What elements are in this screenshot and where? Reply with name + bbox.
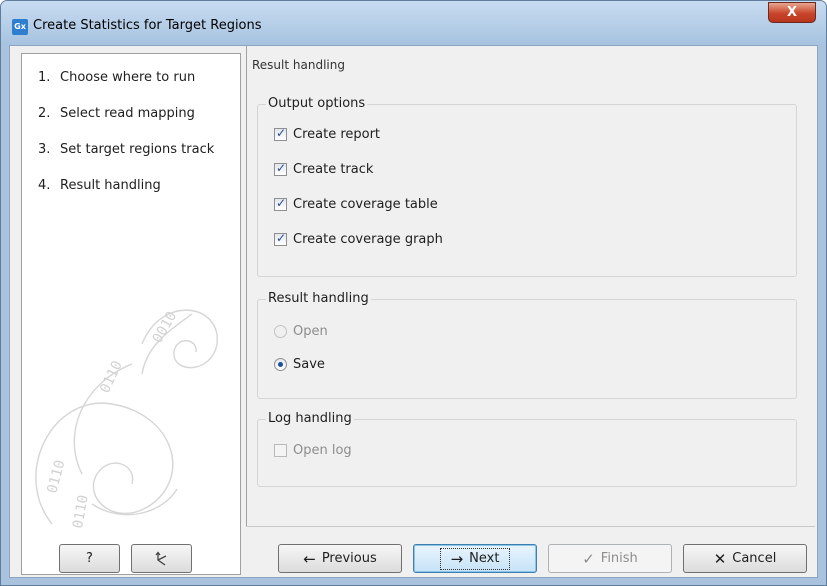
next-label: Next	[469, 551, 500, 566]
svg-text:0110: 0110	[70, 494, 92, 530]
title-bar[interactable]: Gx Create Statistics for Target Regions …	[1, 1, 826, 45]
cancel-label: Cancel	[732, 551, 777, 566]
open-log-label: Open log	[293, 442, 352, 458]
output-options-group: Output options Create report Create trac…	[257, 96, 797, 277]
dialog-body: 1. Choose where to run 2. Select read mapp…	[9, 45, 818, 578]
reset-button[interactable]	[131, 544, 192, 573]
save-option[interactable]: Save	[274, 355, 325, 373]
step-label: Result handling	[60, 178, 161, 193]
result-handling-group: Result handling Open Save	[257, 291, 797, 399]
close-button[interactable]: X	[768, 2, 816, 23]
step-number: 1.	[38, 70, 51, 85]
spiral-watermark-icon: 0010 0110 0110 0110	[35, 309, 218, 530]
arrow-right-icon: →	[450, 549, 464, 568]
content-divider	[246, 46, 247, 527]
undo-arrow-icon	[154, 550, 166, 566]
step-item-choose-where-to-run: 1. Choose where to run	[38, 70, 195, 85]
create-coverage-graph-label: Create coverage graph	[293, 231, 443, 247]
step-number: 3.	[38, 142, 51, 157]
create-track-label: Create track	[293, 161, 374, 177]
step-label: Select read mapping	[60, 106, 195, 121]
open-radio	[274, 324, 287, 338]
create-coverage-graph-option[interactable]: Create coverage graph	[274, 230, 443, 248]
app-icon: Gx	[12, 19, 28, 35]
open-label: Open	[293, 323, 328, 339]
checkmark-icon: ✓	[582, 549, 595, 568]
previous-button[interactable]: ← Previous	[278, 544, 402, 573]
step-label: Choose where to run	[60, 70, 196, 85]
create-coverage-table-option[interactable]: Create coverage table	[274, 195, 438, 213]
step-label: Set target regions track	[60, 142, 215, 157]
x-icon: ✕	[713, 549, 727, 568]
step-item-select-read-mapping: 2. Select read mapping	[38, 106, 195, 121]
create-report-option[interactable]: Create report	[274, 125, 380, 143]
log-handling-group: Log handling Open log	[257, 411, 797, 487]
open-log-checkbox	[274, 443, 287, 457]
group-title: Output options	[266, 96, 368, 111]
close-icon: X	[786, 5, 798, 20]
create-track-option[interactable]: Create track	[274, 160, 373, 178]
cancel-button[interactable]: ✕ Cancel	[683, 544, 807, 573]
page-title: Result handling	[252, 58, 345, 72]
group-title: Result handling	[266, 291, 371, 306]
group-title: Log handling	[266, 411, 354, 426]
create-coverage-table-checkbox[interactable]	[274, 196, 287, 211]
step-item-result-handling: 4. Result handling	[38, 178, 161, 193]
button-bar-divider	[246, 526, 815, 527]
help-icon: ?	[86, 551, 93, 566]
next-button[interactable]: → Next	[413, 544, 537, 573]
open-log-option: Open log	[274, 441, 352, 459]
dialog-window: Gx Create Statistics for Target Regions …	[0, 0, 827, 586]
help-button[interactable]: ?	[59, 544, 120, 573]
create-coverage-table-label: Create coverage table	[293, 196, 438, 212]
create-report-label: Create report	[293, 126, 381, 142]
save-radio[interactable]	[274, 357, 287, 371]
svg-text:0110: 0110	[44, 458, 68, 495]
save-label: Save	[293, 356, 325, 372]
step-number: 2.	[38, 106, 51, 121]
finish-label: Finish	[600, 551, 638, 566]
wizard-steps-panel: 1. Choose where to run 2. Select read mapp…	[21, 53, 241, 575]
window-title: Create Statistics for Target Regions	[33, 18, 262, 33]
previous-label: Previous	[321, 551, 377, 566]
next-focus-ring: → Next	[439, 547, 511, 570]
open-option: Open	[274, 322, 328, 340]
finish-button: ✓ Finish	[548, 544, 672, 573]
step-number: 4.	[38, 178, 51, 193]
step-item-set-target-regions-track: 3. Set target regions track	[38, 142, 214, 157]
create-report-checkbox[interactable]	[274, 126, 287, 141]
svg-text:0110: 0110	[97, 358, 126, 395]
create-coverage-graph-checkbox[interactable]	[274, 231, 287, 246]
arrow-left-icon: ←	[303, 549, 316, 568]
svg-text:0010: 0010	[150, 309, 181, 346]
create-track-checkbox[interactable]	[274, 161, 287, 176]
